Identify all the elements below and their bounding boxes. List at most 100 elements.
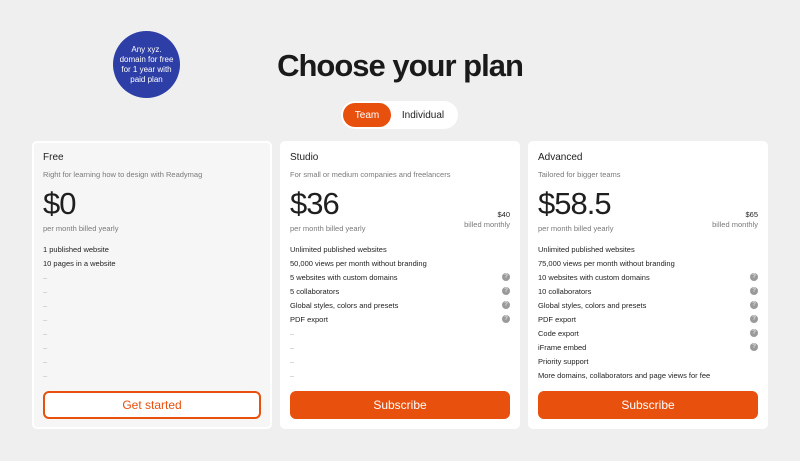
feature-text: –	[43, 300, 48, 310]
page-title: Choose your plan	[277, 48, 524, 83]
feature-item: Priority support	[538, 354, 758, 368]
feature-text: –	[43, 356, 48, 366]
feature-item: –	[290, 326, 510, 340]
feature-text: Global styles, colors and presets	[538, 300, 647, 310]
feature-text: 5 websites with custom domains	[290, 272, 398, 282]
feature-item: 5 collaborators?	[290, 284, 510, 298]
feature-text: 50,000 views per month without branding	[290, 258, 427, 268]
toggle-team[interactable]: Team	[343, 103, 391, 127]
monthly-price: $65 billed monthly	[712, 210, 758, 230]
plan-description: Tailored for bigger teams	[538, 170, 621, 179]
help-icon[interactable]: ?	[502, 301, 510, 309]
feature-text: More domains, collaborators and page vie…	[538, 370, 711, 380]
feature-item: –	[43, 340, 261, 354]
plan-name: Studio	[290, 152, 319, 163]
help-icon[interactable]: ?	[750, 329, 758, 337]
feature-text: –	[290, 356, 295, 366]
feature-text: –	[43, 328, 48, 338]
feature-item: Unlimited published websites	[290, 242, 510, 256]
toggle-individual[interactable]: Individual	[391, 103, 455, 127]
plan-description: For small or medium companies and freela…	[290, 170, 451, 179]
feature-text: PDF export	[538, 314, 576, 324]
feature-text: 75,000 views per month without branding	[538, 258, 675, 268]
feature-list: Unlimited published websites 50,000 views…	[290, 242, 510, 382]
feature-item: More domains, collaborators and page vie…	[538, 368, 758, 382]
feature-item: –	[290, 340, 510, 354]
help-icon[interactable]: ?	[502, 315, 510, 323]
feature-item: 5 websites with custom domains?	[290, 270, 510, 284]
feature-text: Unlimited published websites	[538, 244, 635, 254]
feature-item: PDF export?	[290, 312, 510, 326]
feature-item: Global styles, colors and presets?	[290, 298, 510, 312]
feature-item: –	[43, 298, 261, 312]
monthly-price-note: billed monthly	[712, 220, 758, 229]
price-row: $0 per month billed yearly	[43, 187, 261, 235]
plan-card-free: Free Right for learning how to design wi…	[32, 141, 272, 429]
feature-text: Global styles, colors and presets	[290, 300, 399, 310]
price-note: per month billed yearly	[538, 224, 614, 233]
help-icon[interactable]: ?	[750, 273, 758, 281]
help-icon[interactable]: ?	[502, 287, 510, 295]
feature-item: 50,000 views per month without branding	[290, 256, 510, 270]
feature-text: –	[43, 314, 48, 324]
feature-item: PDF export?	[538, 312, 758, 326]
monthly-price: $40 billed monthly	[464, 210, 510, 230]
help-icon[interactable]: ?	[750, 315, 758, 323]
price-row: $58.5 per month billed yearly $65 billed…	[538, 187, 758, 235]
feature-text: Code export	[538, 328, 579, 338]
get-started-button[interactable]: Get started	[43, 391, 261, 419]
plan-price: $0	[43, 186, 76, 221]
feature-item: –	[290, 354, 510, 368]
feature-text: –	[290, 328, 295, 338]
plan-description: Right for learning how to design with Re…	[43, 170, 203, 179]
plan-card-studio: Studio For small or medium companies and…	[280, 141, 520, 429]
feature-item: 10 pages in a website	[43, 256, 261, 270]
feature-item: 75,000 views per month without branding	[538, 256, 758, 270]
monthly-price-note: billed monthly	[464, 220, 510, 229]
feature-item: –	[43, 326, 261, 340]
feature-text: Unlimited published websites	[290, 244, 387, 254]
monthly-price-amount: $40	[497, 210, 510, 219]
feature-text: 1 published website	[43, 244, 109, 254]
feature-item: –	[43, 312, 261, 326]
feature-item: 1 published website	[43, 242, 261, 256]
feature-text: 10 websites with custom domains	[538, 272, 650, 282]
feature-item: 10 collaborators?	[538, 284, 758, 298]
feature-text: –	[43, 272, 48, 282]
monthly-price-amount: $65	[745, 210, 758, 219]
feature-text: iFrame embed	[538, 342, 587, 352]
help-icon[interactable]: ?	[502, 273, 510, 281]
plan-name: Advanced	[538, 152, 583, 163]
plan-name: Free	[43, 152, 64, 163]
feature-text: Priority support	[538, 356, 589, 366]
feature-text: –	[290, 342, 295, 352]
price-note: per month billed yearly	[290, 224, 366, 233]
feature-item: –	[43, 270, 261, 284]
feature-item: –	[43, 284, 261, 298]
feature-text: 5 collaborators	[290, 286, 340, 296]
help-icon[interactable]: ?	[750, 287, 758, 295]
feature-list: 1 published website 10 pages in a website…	[43, 242, 261, 382]
price-note: per month billed yearly	[43, 224, 119, 233]
feature-text: 10 collaborators	[538, 286, 592, 296]
feature-item: Code export?	[538, 326, 758, 340]
feature-list: Unlimited published websites 75,000 views…	[538, 242, 758, 382]
help-icon[interactable]: ?	[750, 301, 758, 309]
feature-item: iFrame embed?	[538, 340, 758, 354]
feature-item: –	[43, 368, 261, 382]
feature-text: PDF export	[290, 314, 328, 324]
feature-item: Global styles, colors and presets?	[538, 298, 758, 312]
feature-item: Unlimited published websites	[538, 242, 758, 256]
feature-item: 10 websites with custom domains?	[538, 270, 758, 284]
feature-text: 10 pages in a website	[43, 258, 116, 268]
subscribe-button-studio[interactable]: Subscribe	[290, 391, 510, 419]
subscribe-button-advanced[interactable]: Subscribe	[538, 391, 758, 419]
feature-text: –	[43, 342, 48, 352]
help-icon[interactable]: ?	[750, 343, 758, 351]
feature-item: –	[290, 368, 510, 382]
price-row: $36 per month billed yearly $40 billed m…	[290, 187, 510, 235]
feature-text: –	[43, 370, 48, 380]
feature-text: –	[290, 370, 295, 380]
plan-card-advanced: Advanced Tailored for bigger teams $58.5…	[528, 141, 768, 429]
plan-type-toggle[interactable]: Team Individual	[341, 101, 458, 129]
